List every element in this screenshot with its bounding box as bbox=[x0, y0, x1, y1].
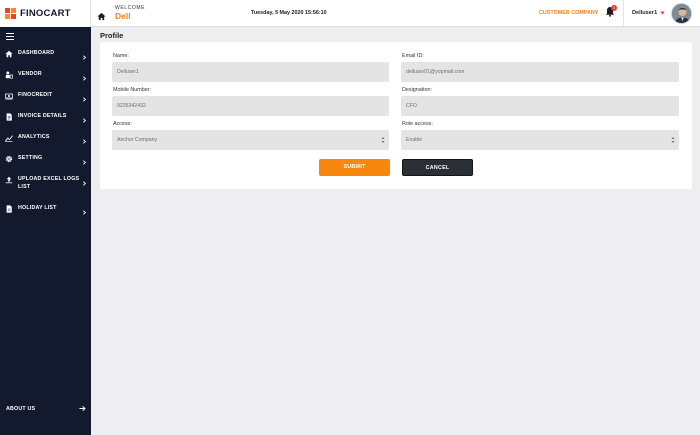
sidebar-item-label: VENDOR bbox=[18, 71, 42, 77]
role-access-select[interactable]: Enable bbox=[401, 130, 679, 150]
chevron-right-icon bbox=[82, 181, 87, 186]
submit-button[interactable]: SUBMIT bbox=[319, 159, 390, 176]
sidebar: FINOCART DASHBOARD VENDOR FINOCREDIT INV… bbox=[0, 0, 91, 435]
mobile-number-label: Mobile Number: bbox=[113, 87, 152, 93]
sidebar-item-upload-excel-logs-list[interactable]: UPLOAD EXCEL LOGS LIST bbox=[0, 175, 91, 201]
avatar[interactable] bbox=[671, 3, 692, 24]
sidebar-item-label: HOLIDAY LIST bbox=[18, 205, 57, 211]
role-access-selected-value: Enable bbox=[406, 137, 423, 143]
role-access-label: Role access: bbox=[402, 121, 433, 127]
chevron-right-icon bbox=[82, 210, 87, 215]
designation-label: Designation: bbox=[402, 87, 432, 93]
notification-button[interactable]: 1 bbox=[605, 5, 617, 18]
sidebar-item-vendor[interactable]: VENDOR bbox=[0, 70, 91, 88]
mobile-number-field[interactable] bbox=[112, 96, 389, 116]
about-us-label: ABOUT US bbox=[6, 405, 36, 412]
money-icon bbox=[5, 92, 13, 100]
company-name: Dell bbox=[115, 11, 131, 21]
email-label: Email ID: bbox=[402, 53, 424, 59]
chevron-right-icon bbox=[82, 139, 87, 144]
select-arrows-icon bbox=[671, 136, 675, 144]
chevron-right-icon bbox=[82, 55, 87, 60]
page-title: Profile bbox=[100, 31, 124, 40]
calendar-icon bbox=[5, 205, 13, 213]
header-divider bbox=[623, 0, 624, 27]
brand-logo[interactable]: FINOCART bbox=[0, 0, 91, 27]
cancel-button[interactable]: CANCEL bbox=[402, 159, 473, 176]
about-us-link[interactable]: ABOUT US bbox=[6, 405, 86, 412]
chevron-right-icon bbox=[82, 160, 87, 165]
current-datetime: Tuesday, 5 May 2020 15:56:10 bbox=[251, 10, 327, 16]
sidebar-item-dashboard[interactable]: DASHBOARD bbox=[0, 49, 91, 67]
document-icon bbox=[5, 113, 13, 121]
sidebar-item-finocredit[interactable]: FINOCREDIT bbox=[0, 91, 91, 109]
select-arrows-icon bbox=[381, 136, 385, 144]
chevron-right-icon bbox=[82, 97, 87, 102]
sidebar-item-invoice-details[interactable]: INVOICE DETAILS bbox=[0, 112, 91, 130]
upload-icon bbox=[5, 176, 13, 184]
sidebar-item-label: DASHBOARD bbox=[18, 50, 55, 56]
hamburger-menu-icon[interactable] bbox=[6, 33, 14, 41]
home-icon[interactable] bbox=[97, 12, 106, 21]
gear-icon bbox=[5, 155, 13, 163]
sidebar-item-label: ANALYTICS bbox=[18, 134, 50, 140]
sidebar-item-label: FINOCREDIT bbox=[18, 92, 53, 98]
designation-field[interactable] bbox=[401, 96, 679, 116]
brand-name: FINOCART bbox=[20, 8, 71, 19]
user-name[interactable]: Delluser1 bbox=[632, 10, 657, 16]
chart-icon bbox=[5, 134, 13, 142]
access-label: Access: bbox=[113, 121, 132, 127]
sidebar-item-holiday-list[interactable]: HOLIDAY LIST bbox=[0, 204, 91, 222]
arrow-right-icon bbox=[79, 405, 86, 412]
sidebar-item-analytics[interactable]: ANALYTICS bbox=[0, 133, 91, 151]
home-icon bbox=[5, 50, 13, 58]
customer-company-link[interactable]: CUSTOMER COMPANY bbox=[539, 10, 598, 16]
notification-badge: 1 bbox=[611, 5, 617, 11]
access-selected-value: Anchor Company bbox=[117, 137, 158, 143]
top-header: WELCOME Dell Tuesday, 5 May 2020 15:56:1… bbox=[91, 0, 700, 27]
chevron-right-icon bbox=[82, 76, 87, 81]
access-select[interactable]: Anchor Company bbox=[112, 130, 389, 150]
profile-form-card: Name: Email ID: Mobile Number: Designati… bbox=[100, 42, 692, 189]
sidebar-item-label: INVOICE DETAILS bbox=[18, 113, 67, 119]
vendor-icon bbox=[5, 71, 13, 79]
name-label: Name: bbox=[113, 53, 129, 59]
chevron-down-icon[interactable] bbox=[660, 11, 665, 15]
sidebar-item-setting[interactable]: SETTING bbox=[0, 154, 91, 172]
email-field[interactable] bbox=[401, 62, 679, 82]
sidebar-menu: DASHBOARD VENDOR FINOCREDIT INVOICE DETA… bbox=[0, 49, 91, 222]
sidebar-item-label: UPLOAD EXCEL LOGS LIST bbox=[18, 176, 80, 190]
sidebar-item-label: SETTING bbox=[18, 155, 43, 161]
name-field[interactable] bbox=[112, 62, 389, 82]
chevron-right-icon bbox=[82, 118, 87, 123]
finocart-logo-icon bbox=[5, 7, 17, 20]
